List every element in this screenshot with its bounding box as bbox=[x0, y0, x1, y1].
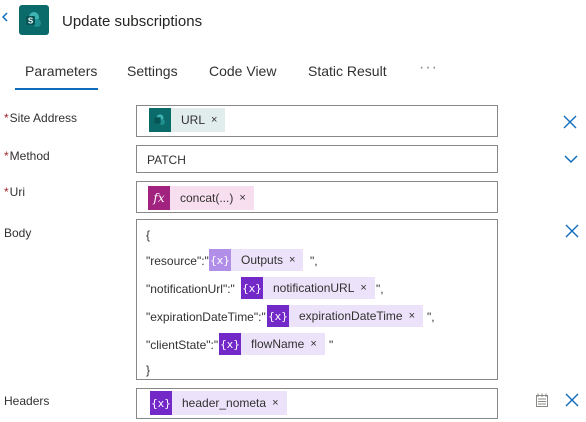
variable-icon: {x} bbox=[267, 305, 289, 327]
remove-token-icon[interactable]: × bbox=[354, 282, 374, 294]
site-address-field[interactable]: URL × bbox=[136, 105, 577, 137]
body-key-expirationdatetime: "expirationDateTime":" bbox=[146, 310, 266, 324]
method-value: PATCH bbox=[147, 153, 186, 167]
clear-headers-icon[interactable] bbox=[564, 392, 580, 408]
variable-icon: {x} bbox=[150, 391, 172, 415]
tab-static-result[interactable]: Static Result bbox=[308, 63, 387, 79]
remove-token-icon[interactable]: × bbox=[283, 254, 303, 266]
headers-field[interactable]: {x} header_nometa × bbox=[136, 388, 498, 419]
body-open-brace: { bbox=[146, 228, 151, 242]
remove-token-icon[interactable]: × bbox=[266, 397, 286, 409]
token-label: flowName bbox=[251, 337, 305, 351]
body-key-clientstate: "clientState":" bbox=[146, 338, 219, 352]
active-tab-indicator bbox=[15, 88, 98, 90]
header-nometa-token[interactable]: {x} header_nometa × bbox=[150, 391, 287, 415]
body-suffix: ", bbox=[376, 282, 384, 296]
variable-icon: {x} bbox=[209, 249, 231, 271]
concat-token[interactable]: fx concat(...) × bbox=[148, 186, 254, 210]
variable-icon: {x} bbox=[219, 333, 241, 355]
chevron-down-icon[interactable] bbox=[564, 154, 578, 164]
expression-icon: fx bbox=[148, 186, 170, 210]
token-label: header_nometa bbox=[182, 396, 267, 410]
headers-label: Headers bbox=[4, 394, 50, 408]
clear-icon[interactable] bbox=[562, 114, 578, 130]
body-label: Body bbox=[4, 226, 32, 240]
collapse-chevron-icon[interactable] bbox=[2, 12, 8, 22]
tab-bar: Parameters Settings Code View Static Res… bbox=[0, 54, 586, 90]
uri-label: *Uri bbox=[4, 185, 25, 199]
sharepoint-icon bbox=[149, 108, 171, 132]
more-options-icon[interactable]: ··· bbox=[419, 59, 438, 77]
body-key-notificationurl: "notificationUrl":" bbox=[146, 282, 235, 296]
sharepoint-icon: S bbox=[19, 5, 49, 35]
body-suffix: " bbox=[329, 338, 334, 352]
uri-field[interactable]: fx concat(...) × bbox=[136, 181, 498, 213]
token-label: URL bbox=[181, 113, 206, 127]
token-label: Outputs bbox=[241, 253, 284, 267]
site-address-label: *Site Address bbox=[4, 111, 78, 125]
body-close-brace: } bbox=[146, 363, 151, 377]
token-label: expirationDateTime bbox=[299, 309, 403, 323]
method-label: *Method bbox=[4, 149, 50, 163]
notificationurl-token[interactable]: {x} notificationURL × bbox=[241, 277, 375, 299]
remove-token-icon[interactable]: × bbox=[304, 338, 324, 350]
body-editor[interactable] bbox=[136, 219, 498, 380]
flowname-token[interactable]: {x} flowName × bbox=[219, 333, 325, 355]
url-token[interactable]: URL × bbox=[149, 108, 226, 132]
token-label: concat(...) bbox=[180, 191, 234, 205]
tab-parameters[interactable]: Parameters bbox=[25, 63, 97, 79]
tab-settings[interactable]: Settings bbox=[127, 63, 178, 79]
body-suffix: ", bbox=[310, 254, 318, 268]
variable-icon: {x} bbox=[241, 277, 263, 299]
outputs-token[interactable]: {x} Outputs × bbox=[209, 249, 304, 271]
expirationdatetime-token[interactable]: {x} expirationDateTime × bbox=[267, 305, 424, 327]
action-title[interactable]: Update subscriptions bbox=[62, 13, 202, 30]
clear-body-icon[interactable] bbox=[564, 223, 580, 239]
remove-token-icon[interactable]: × bbox=[233, 192, 253, 204]
svg-text:S: S bbox=[28, 17, 34, 26]
tab-code-view[interactable]: Code View bbox=[209, 63, 276, 79]
token-label: notificationURL bbox=[273, 281, 355, 295]
body-suffix: ", bbox=[427, 310, 435, 324]
required-marker: * bbox=[4, 111, 9, 125]
body-key-resource: "resource":" bbox=[146, 254, 209, 268]
required-marker: * bbox=[4, 149, 9, 163]
remove-token-icon[interactable]: × bbox=[205, 114, 225, 126]
method-dropdown[interactable]: PATCH bbox=[136, 145, 578, 173]
required-marker: * bbox=[4, 185, 9, 199]
remove-token-icon[interactable]: × bbox=[403, 310, 423, 322]
switch-to-text-mode-icon[interactable] bbox=[534, 392, 550, 408]
